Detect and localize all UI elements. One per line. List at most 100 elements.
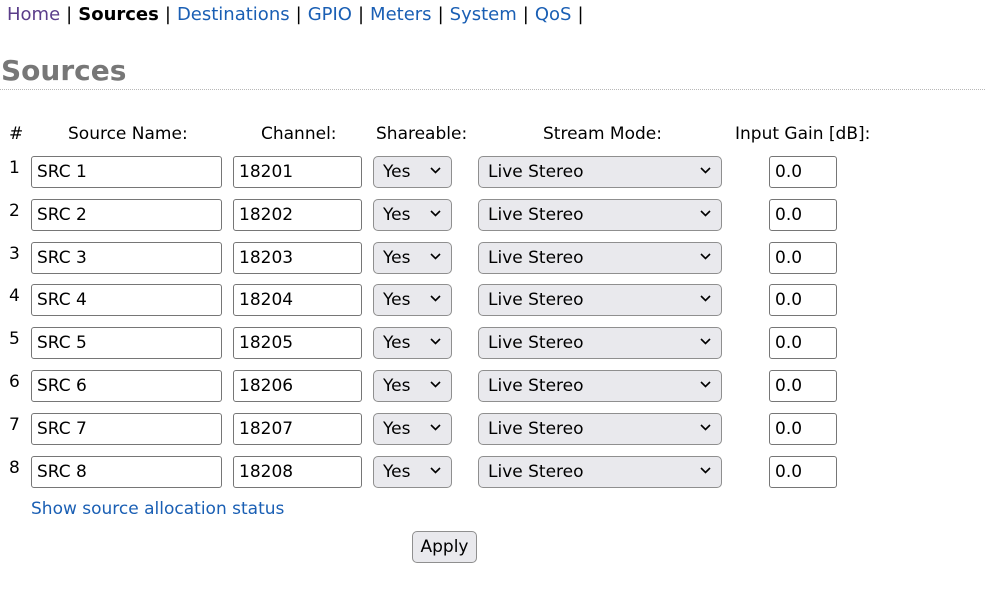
input-gain-input[interactable] — [769, 413, 837, 445]
input-gain-input[interactable] — [769, 242, 837, 274]
nav-gpio-link[interactable]: GPIO — [308, 4, 352, 25]
nav-qos-link[interactable]: QoS — [535, 4, 572, 25]
chevron-down-icon — [700, 381, 711, 389]
stream-mode-value: Live Stereo — [488, 205, 584, 225]
header-shareable: Shareable: — [376, 124, 468, 144]
stream-mode-select[interactable]: Live Stereo — [478, 199, 722, 231]
nav-meters-link[interactable]: Meters — [370, 4, 432, 25]
shareable-select[interactable]: Yes — [373, 199, 452, 231]
stream-mode-select[interactable]: Live Stereo — [478, 242, 722, 274]
header-input-gain: Input Gain [dB]: — [735, 124, 871, 144]
shareable-value: Yes — [383, 290, 411, 310]
page-title: Sources — [1, 54, 127, 87]
nav-separator: | — [164, 4, 171, 25]
nav-separator: | — [522, 4, 529, 25]
show-allocation-status-link[interactable]: Show source allocation status — [31, 498, 284, 520]
nav-separator: | — [66, 4, 73, 25]
channel-input[interactable] — [233, 242, 362, 274]
channel-input[interactable] — [233, 327, 362, 359]
source-name-input[interactable] — [31, 456, 222, 488]
chevron-down-icon — [700, 338, 711, 346]
apply-button[interactable]: Apply — [412, 531, 477, 563]
input-gain-input[interactable] — [769, 284, 837, 316]
nav-system-link[interactable]: System — [450, 4, 517, 25]
source-name-input[interactable] — [31, 413, 222, 445]
shareable-value: Yes — [383, 333, 411, 353]
row-number: 6 — [9, 372, 20, 392]
shareable-select[interactable]: Yes — [373, 156, 452, 188]
stream-mode-select[interactable]: Live Stereo — [478, 456, 722, 488]
nav-separator: | — [357, 4, 365, 25]
stream-mode-value: Live Stereo — [488, 419, 584, 439]
channel-input[interactable] — [233, 370, 362, 402]
stream-mode-value: Live Stereo — [488, 462, 584, 482]
channel-input[interactable] — [233, 284, 362, 316]
shareable-value: Yes — [383, 248, 411, 268]
chevron-down-icon — [700, 424, 711, 432]
shareable-select[interactable]: Yes — [373, 413, 452, 445]
shareable-value: Yes — [383, 376, 411, 396]
stream-mode-value: Live Stereo — [488, 290, 584, 310]
title-divider — [0, 89, 985, 90]
channel-input[interactable] — [233, 413, 362, 445]
header-channel: Channel: — [261, 124, 337, 144]
stream-mode-value: Live Stereo — [488, 333, 584, 353]
nav-home-link[interactable]: Home — [7, 4, 60, 25]
chevron-down-icon — [430, 467, 441, 475]
source-name-input[interactable] — [31, 370, 222, 402]
stream-mode-value: Live Stereo — [488, 162, 584, 182]
shareable-value: Yes — [383, 462, 411, 482]
shareable-value: Yes — [383, 162, 411, 182]
chevron-down-icon — [430, 167, 441, 175]
stream-mode-select[interactable]: Live Stereo — [478, 327, 722, 359]
input-gain-input[interactable] — [769, 327, 837, 359]
chevron-down-icon — [430, 253, 441, 261]
row-number: 3 — [9, 244, 20, 264]
nav-separator: | — [577, 4, 584, 25]
source-name-input[interactable] — [31, 156, 222, 188]
chevron-down-icon — [430, 424, 441, 432]
input-gain-input[interactable] — [769, 199, 837, 231]
shareable-select[interactable]: Yes — [373, 456, 452, 488]
top-nav: Home | Sources | Destinations | GPIO | Meters | Sy… — [7, 3, 590, 27]
row-number: 1 — [9, 158, 20, 178]
channel-input[interactable] — [233, 156, 362, 188]
stream-mode-select[interactable]: Live Stereo — [478, 284, 722, 316]
header-source-name: Source Name: — [68, 124, 188, 144]
input-gain-input[interactable] — [769, 370, 837, 402]
nav-sources-link[interactable]: Sources — [78, 4, 159, 25]
source-name-input[interactable] — [31, 284, 222, 316]
shareable-value: Yes — [383, 205, 411, 225]
shareable-select[interactable]: Yes — [373, 370, 452, 402]
chevron-down-icon — [430, 210, 441, 218]
row-number: 5 — [9, 329, 20, 349]
input-gain-input[interactable] — [769, 456, 837, 488]
stream-mode-value: Live Stereo — [488, 248, 584, 268]
chevron-down-icon — [700, 167, 711, 175]
row-number: 7 — [9, 415, 20, 435]
shareable-select[interactable]: Yes — [373, 284, 452, 316]
stream-mode-value: Live Stereo — [488, 376, 584, 396]
stream-mode-select[interactable]: Live Stereo — [478, 156, 722, 188]
shareable-value: Yes — [383, 419, 411, 439]
row-number: 8 — [9, 458, 20, 478]
nav-separator: | — [437, 4, 444, 25]
stream-mode-select[interactable]: Live Stereo — [478, 370, 722, 402]
chevron-down-icon — [430, 381, 441, 389]
input-gain-input[interactable] — [769, 156, 837, 188]
chevron-down-icon — [430, 338, 441, 346]
channel-input[interactable] — [233, 199, 362, 231]
row-number: 2 — [9, 201, 20, 221]
shareable-select[interactable]: Yes — [373, 242, 452, 274]
stream-mode-select[interactable]: Live Stereo — [478, 413, 722, 445]
chevron-down-icon — [700, 295, 711, 303]
channel-input[interactable] — [233, 456, 362, 488]
nav-destinations-link[interactable]: Destinations — [177, 4, 290, 25]
nav-separator: | — [295, 4, 302, 25]
source-name-input[interactable] — [31, 242, 222, 274]
shareable-select[interactable]: Yes — [373, 327, 452, 359]
source-name-input[interactable] — [31, 199, 222, 231]
chevron-down-icon — [430, 295, 441, 303]
chevron-down-icon — [700, 210, 711, 218]
source-name-input[interactable] — [31, 327, 222, 359]
